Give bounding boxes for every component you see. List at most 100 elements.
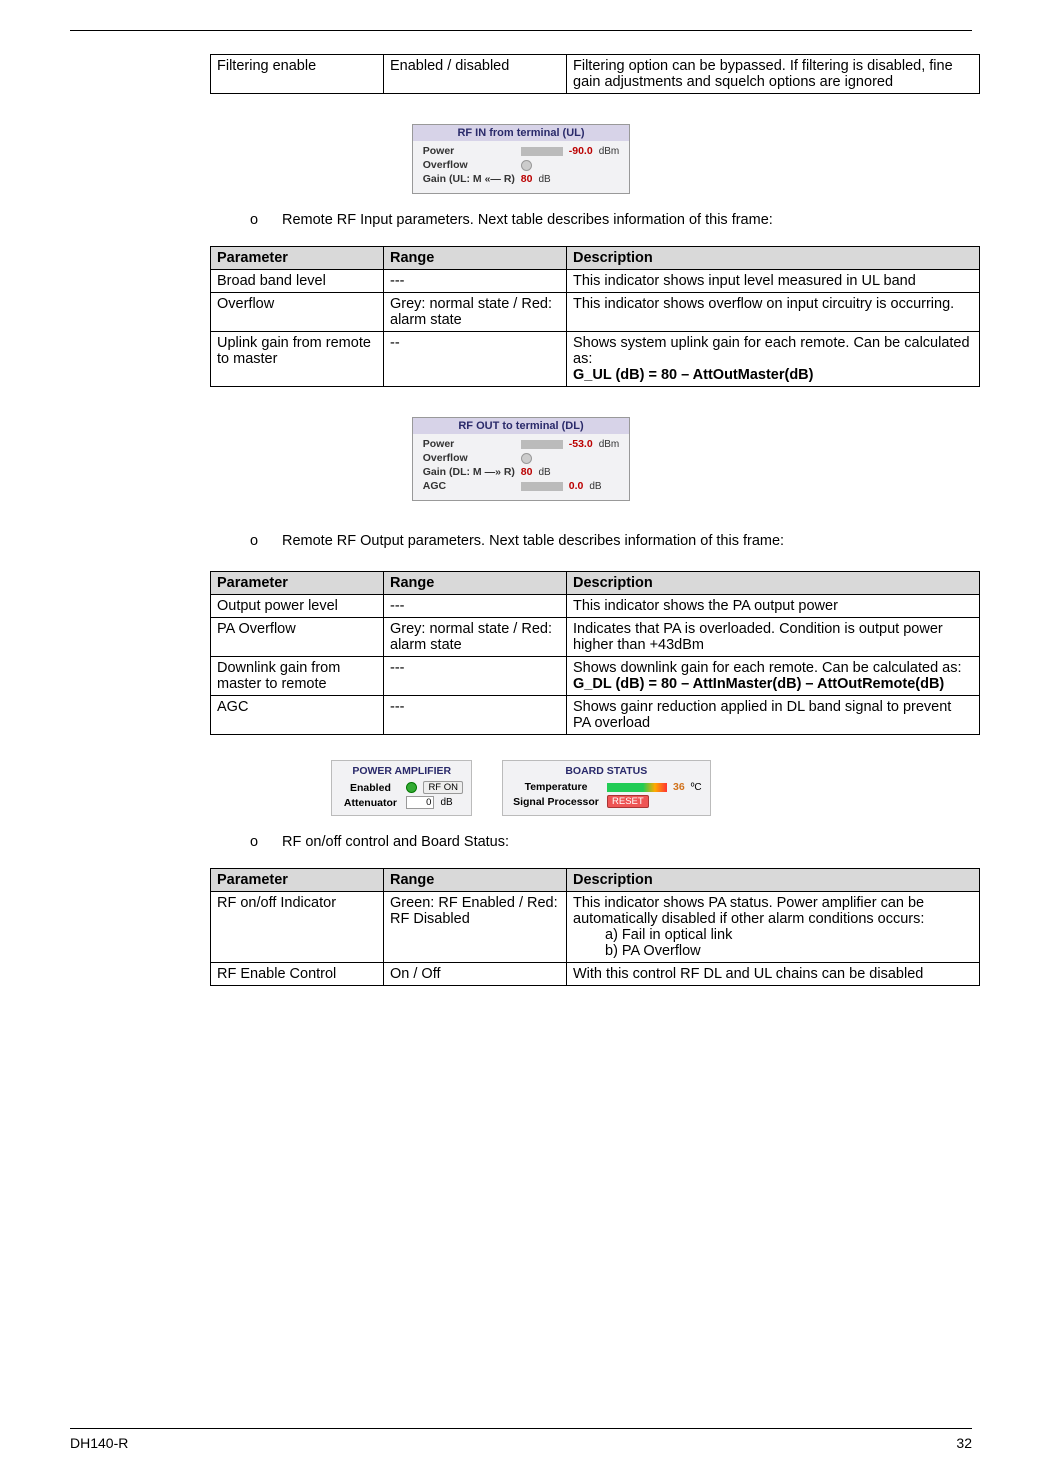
header-cell: Range [384, 869, 567, 892]
header-cell: Parameter [211, 572, 384, 595]
figure-rf-out: RF OUT to terminal (DL) Power -53.0 dBm … [70, 417, 972, 501]
table-row: PA Overflow Grey: normal state / Red: al… [211, 618, 980, 657]
panel-title: RF OUT to terminal (DL) [413, 418, 630, 434]
cell: This indicator shows the PA output power [567, 595, 980, 618]
unit: dBm [599, 146, 620, 157]
rf-on-button[interactable]: RF ON [423, 781, 463, 794]
header-cell: Parameter [211, 247, 384, 270]
table-row: RF on/off Indicator Green: RF Enabled / … [211, 892, 980, 963]
bar-indicator [521, 147, 563, 156]
cell: -- [384, 332, 567, 387]
cell: --- [384, 696, 567, 735]
cell: This indicator shows overflow on input c… [567, 293, 980, 332]
bullet-item: o Remote RF Output parameters. Next tabl… [250, 533, 972, 549]
label: Signal Processor [511, 796, 601, 808]
label: Overflow [423, 452, 515, 464]
cell: Green: RF Enabled / Red: RF Disabled [384, 892, 567, 963]
bullet-marker: o [250, 834, 282, 850]
label: Enabled [340, 782, 400, 794]
cell: Indicates that PA is overloaded. Conditi… [567, 618, 980, 657]
header-cell: Range [384, 572, 567, 595]
bullet-text: Remote RF Output parameters. Next table … [282, 533, 972, 549]
cell: --- [384, 270, 567, 293]
cell: Shows downlink gain for each remote. Can… [567, 657, 980, 696]
unit: dB [538, 467, 550, 478]
label: Attenuator [340, 797, 400, 809]
panel-title: POWER AMPLIFIER [340, 765, 463, 777]
figure-rf-in: RF IN from terminal (UL) Power -90.0 dBm… [70, 124, 972, 194]
label: Power [423, 145, 515, 157]
label: Power [423, 438, 515, 450]
cell: Downlink gain from master to remote [211, 657, 384, 696]
led-icon [521, 453, 532, 464]
header-cell: Description [567, 572, 980, 595]
cell: Grey: normal state / Red: alarm state [384, 618, 567, 657]
unit: dB [589, 481, 601, 492]
temp-bar [607, 783, 667, 792]
unit: dB [440, 797, 452, 808]
cell: On / Off [384, 963, 567, 986]
cell: With this control RF DL and UL chains ca… [567, 963, 980, 986]
figure-pa-board: POWER AMPLIFIER Enabled RF ON Attenuator… [70, 760, 972, 816]
cell: RF on/off Indicator [211, 892, 384, 963]
cell: Overflow [211, 293, 384, 332]
cell: Filtering option can be bypassed. If fil… [567, 55, 980, 94]
bar-indicator [521, 440, 563, 449]
cell: This indicator shows input level measure… [567, 270, 980, 293]
label: Gain (DL: M —» R) [423, 466, 515, 478]
panel-title: BOARD STATUS [511, 765, 702, 777]
table-rf-input: Parameter Range Description Broad band l… [210, 246, 980, 387]
table-row: Output power level --- This indicator sh… [211, 595, 980, 618]
page-number: 32 [956, 1435, 972, 1451]
label: Gain (UL: M «— R) [423, 173, 515, 185]
cell: Output power level [211, 595, 384, 618]
label: Overflow [423, 159, 515, 171]
cell: Shows system uplink gain for each remote… [567, 332, 980, 387]
value: 80 [521, 173, 533, 185]
unit: ºC [691, 782, 702, 793]
bullet-text: Remote RF Input parameters. Next table d… [282, 212, 972, 228]
label: Temperature [511, 781, 601, 793]
led-icon [521, 160, 532, 171]
header-cell: Description [567, 869, 980, 892]
value: 80 [521, 466, 533, 478]
table-row: Overflow Grey: normal state / Red: alarm… [211, 293, 980, 332]
cell: Enabled / disabled [384, 55, 567, 94]
page-footer: DH140-R 32 [70, 1428, 972, 1451]
cell: RF Enable Control [211, 963, 384, 986]
table-header-row: Parameter Range Description [211, 247, 980, 270]
panel-title: RF IN from terminal (UL) [413, 125, 630, 141]
bar-indicator [521, 482, 563, 491]
cell: Filtering enable [211, 55, 384, 94]
label: AGC [423, 480, 515, 492]
bullet-item: o Remote RF Input parameters. Next table… [250, 212, 972, 228]
bullet-text: RF on/off control and Board Status: [282, 834, 972, 850]
cell: PA Overflow [211, 618, 384, 657]
table-row: RF Enable Control On / Off With this con… [211, 963, 980, 986]
attenuator-input[interactable]: 0 [406, 796, 434, 809]
cell: Shows gainr reduction applied in DL band… [567, 696, 980, 735]
footer-left: DH140-R [70, 1435, 128, 1451]
table-row: Filtering enable Enabled / disabled Filt… [211, 55, 980, 94]
bullet-marker: o [250, 533, 282, 549]
unit: dBm [599, 439, 620, 450]
table-row: Uplink gain from remote to master -- Sho… [211, 332, 980, 387]
value: 36 [673, 781, 685, 793]
cell: AGC [211, 696, 384, 735]
led-icon [406, 782, 417, 793]
bullet-marker: o [250, 212, 282, 228]
table-row: Downlink gain from master to remote --- … [211, 657, 980, 696]
table-row: Broad band level --- This indicator show… [211, 270, 980, 293]
cell: Grey: normal state / Red: alarm state [384, 293, 567, 332]
header-cell: Parameter [211, 869, 384, 892]
cell: --- [384, 595, 567, 618]
value: -53.0 [569, 438, 593, 450]
table-header-row: Parameter Range Description [211, 869, 980, 892]
cell: --- [384, 657, 567, 696]
table-filtering: Filtering enable Enabled / disabled Filt… [210, 54, 980, 94]
table-rf-control: Parameter Range Description RF on/off In… [210, 868, 980, 986]
cell: Broad band level [211, 270, 384, 293]
unit: dB [538, 174, 550, 185]
reset-button[interactable]: RESET [607, 795, 649, 808]
header-cell: Range [384, 247, 567, 270]
